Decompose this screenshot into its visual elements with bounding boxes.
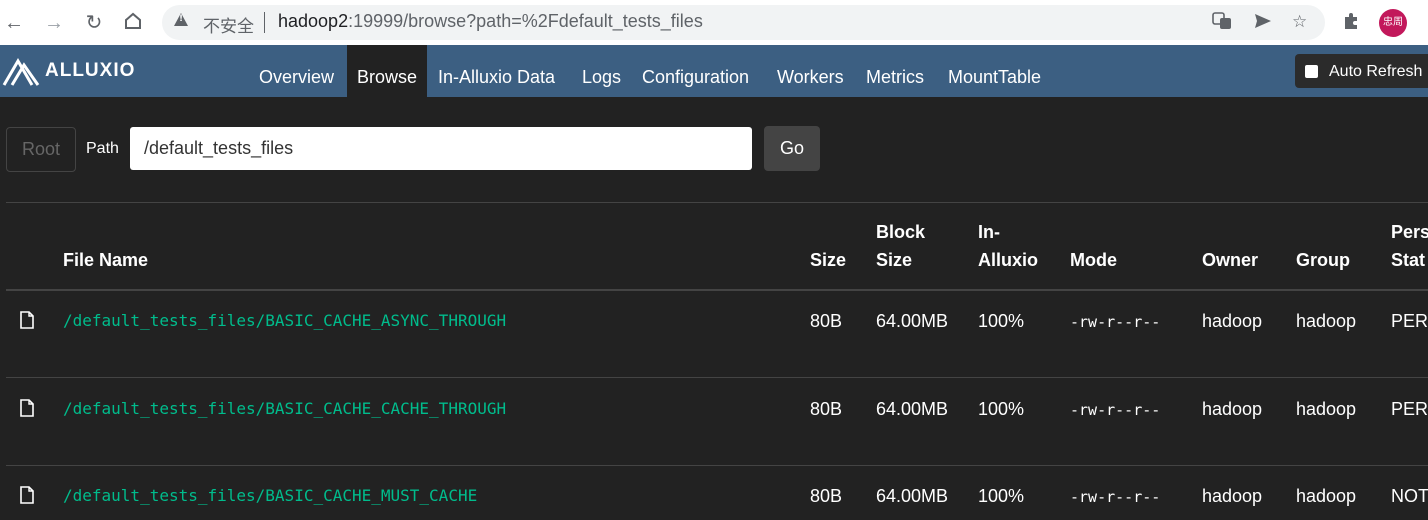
- profile-avatar[interactable]: 忠周: [1379, 9, 1407, 37]
- path-input[interactable]: [130, 127, 752, 170]
- brand-name[interactable]: ALLUXIO: [45, 60, 135, 82]
- reload-icon[interactable]: ↻: [82, 11, 106, 35]
- nav-workers[interactable]: Workers: [777, 45, 844, 97]
- file-size: 80B: [810, 486, 843, 506]
- persistence-state: NOT: [1391, 486, 1428, 506]
- nav-browse[interactable]: Browse: [347, 45, 427, 97]
- nav-mounttable[interactable]: MountTable: [948, 45, 1041, 97]
- back-arrow-icon[interactable]: ←: [2, 11, 26, 35]
- col-file-name[interactable]: File Name: [63, 246, 148, 274]
- app-navbar: ALLUXIO Overview Browse In-Alluxio Data …: [0, 45, 1428, 97]
- file-owner: hadoop: [1202, 399, 1263, 419]
- nav-in-alluxio-data[interactable]: In-Alluxio Data: [438, 45, 555, 97]
- col-block-size[interactable]: Block Size: [876, 218, 925, 274]
- auto-refresh-checkbox[interactable]: [1305, 65, 1318, 78]
- file-size: 80B: [810, 399, 843, 419]
- security-label[interactable]: 不安全: [203, 12, 254, 37]
- file-icon: [20, 486, 34, 509]
- file-group: hadoop: [1296, 311, 1357, 331]
- bookmark-star-icon[interactable]: ☆: [1292, 11, 1307, 33]
- block-size: 64.00MB: [876, 311, 949, 331]
- go-button[interactable]: Go: [764, 126, 820, 171]
- extensions-puzzle-icon[interactable]: [1341, 11, 1361, 37]
- forward-arrow-icon[interactable]: →: [42, 11, 66, 35]
- block-size: 64.00MB: [876, 399, 949, 419]
- file-name-link[interactable]: /default_tests_files/BASIC_CACHE_MUST_CA…: [63, 486, 477, 505]
- url-text[interactable]: hadoop2:19999/browse?path=%2Fdefault_tes…: [278, 11, 703, 32]
- file-owner: hadoop: [1202, 311, 1263, 331]
- persistence-state: PERS: [1391, 311, 1428, 331]
- nav-configuration[interactable]: Configuration: [642, 45, 749, 97]
- root-button[interactable]: Root: [6, 127, 76, 172]
- col-mode[interactable]: Mode: [1070, 246, 1117, 274]
- in-alluxio-percent: 100%: [978, 311, 1025, 331]
- col-size[interactable]: Size: [810, 246, 846, 274]
- col-group[interactable]: Group: [1296, 246, 1350, 274]
- path-label: Path: [86, 140, 119, 157]
- file-name-link[interactable]: /default_tests_files/BASIC_CACHE_CACHE_T…: [63, 399, 506, 418]
- send-icon[interactable]: [1253, 11, 1273, 37]
- home-icon[interactable]: [121, 11, 145, 35]
- header-divider: [6, 289, 1428, 291]
- alluxio-logo-icon[interactable]: [2, 57, 42, 92]
- file-group: hadoop: [1296, 486, 1357, 506]
- file-mode: -rw-r--r--: [1070, 488, 1161, 506]
- nav-logs[interactable]: Logs: [582, 45, 621, 97]
- browser-toolbar: ← → ↻ ! 不安全 hadoop2:19999/browse?path=%2…: [0, 0, 1428, 45]
- persistence-state: PERS: [1391, 399, 1428, 419]
- block-size: 64.00MB: [876, 486, 949, 506]
- file-name-link[interactable]: /default_tests_files/BASIC_CACHE_ASYNC_T…: [63, 311, 506, 330]
- address-separator: [264, 12, 265, 33]
- file-size: 80B: [810, 311, 843, 331]
- table-top-border: [6, 202, 1428, 203]
- file-icon: [20, 311, 34, 334]
- file-mode: -rw-r--r--: [1070, 401, 1161, 419]
- col-in-alluxio[interactable]: In- Alluxio: [978, 218, 1038, 274]
- file-group: hadoop: [1296, 399, 1357, 419]
- translate-icon[interactable]: [1212, 11, 1232, 37]
- col-persistence-state[interactable]: Pers Stat: [1391, 218, 1428, 274]
- file-mode: -rw-r--r--: [1070, 313, 1161, 331]
- row-divider: [6, 465, 1428, 466]
- in-alluxio-percent: 100%: [978, 486, 1025, 506]
- row-divider: [6, 377, 1428, 378]
- file-icon: [20, 399, 34, 422]
- in-alluxio-percent: 100%: [978, 399, 1025, 419]
- col-owner[interactable]: Owner: [1202, 246, 1258, 274]
- nav-metrics[interactable]: Metrics: [866, 45, 924, 97]
- auto-refresh-label: Auto Refresh: [1329, 63, 1423, 80]
- nav-overview[interactable]: Overview: [259, 45, 334, 97]
- file-owner: hadoop: [1202, 486, 1263, 506]
- auto-refresh-toggle[interactable]: Auto Refresh: [1295, 54, 1428, 88]
